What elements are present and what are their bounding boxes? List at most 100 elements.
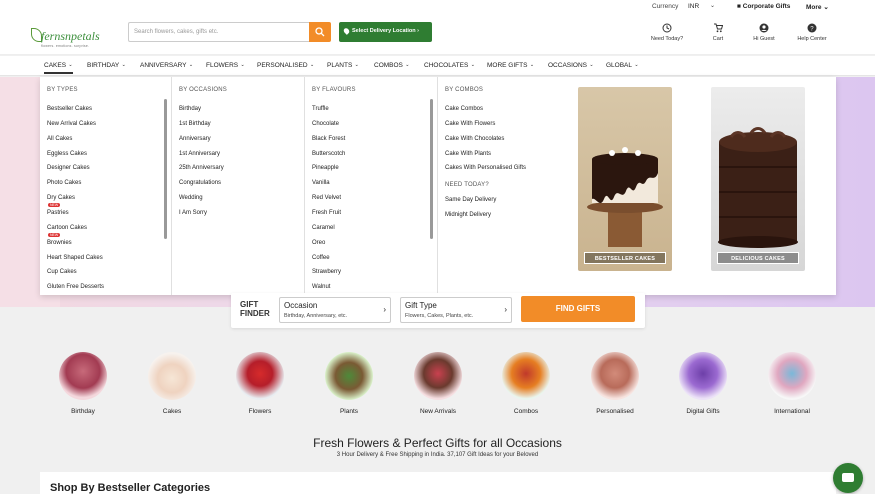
category-label: Birthday [71,408,95,415]
top-bar: Currency INR ⌄ ■ Corporate Gifts More ⌄ [0,0,875,13]
by-types-heading: BY TYPES [47,87,78,93]
category-combos[interactable]: Combos [496,352,556,415]
corporate-gifts-link[interactable]: ■ Corporate Gifts [737,3,790,10]
nav-more-gifts[interactable]: MORE GIFTS [487,62,534,69]
nav-flowers[interactable]: FLOWERS [206,62,245,69]
menu-item[interactable]: Heart Shaped Cakes [47,255,103,261]
occasion-select[interactable]: Occasion Birthday, Anniversary, etc. › [279,297,391,323]
menu-item[interactable]: Cup Cakes [47,269,77,275]
category-flowers[interactable]: Flowers [230,352,290,415]
category-label: Plants [339,408,359,415]
main-nav: CAKES BIRTHDAY ANNIVERSARY FLOWERS PERSO… [0,56,875,76]
gift-finder-title: GIFT FINDER [240,300,270,318]
menu-item[interactable]: Butterscotch [312,151,345,157]
menu-item[interactable]: Photo Cakes [47,180,81,186]
chevron-down-icon[interactable]: ⌄ [710,2,715,9]
gift-type-select[interactable]: Gift Type Flowers, Cakes, Plants, etc. › [400,297,512,323]
new-badge: NEW [48,233,61,237]
menu-item[interactable]: I Am Sorry [179,210,207,216]
scrollbar[interactable] [164,99,167,239]
chevron-right-icon: › [383,305,386,314]
menu-item[interactable]: Congratulations [179,180,221,186]
delicious-cakes-card[interactable]: DELICIOUS CAKES [711,87,805,271]
need-today-link[interactable]: Need Today? [647,23,687,42]
menu-item[interactable]: Brownies [47,240,72,246]
menu-item[interactable]: Cakes With Personalised Gifts [445,165,526,171]
search-input[interactable]: Search flowers, cakes, gifts etc. [128,22,309,42]
menu-item[interactable]: Designer Cakes [47,165,90,171]
nav-plants[interactable]: PLANTS [327,62,359,69]
help-center-label: Help Center [797,36,827,42]
menu-item[interactable]: Anniversary [179,136,211,142]
menu-item[interactable]: Pineapple [312,165,339,171]
nav-chocolates[interactable]: CHOCOLATES [424,62,475,69]
category-international[interactable]: International [762,352,822,415]
menu-item[interactable]: Dry Cakes [47,195,75,201]
menu-item[interactable]: Birthday [179,106,201,112]
category-personalised[interactable]: Personalised [585,352,645,415]
menu-item[interactable]: Red Velvet [312,195,341,201]
menu-item[interactable]: All Cakes [47,136,72,142]
location-pin-icon [342,27,351,35]
select-delivery-location-button[interactable]: Select Delivery Location › [339,22,432,42]
menu-item[interactable]: Gluten Free Desserts [47,284,104,290]
category-label: International [774,408,810,415]
search-button[interactable] [309,22,331,42]
menu-item[interactable]: Pastries [47,210,69,216]
chat-button[interactable] [833,463,863,493]
menu-item[interactable]: Eggless Cakes [47,151,87,157]
category-birthday[interactable]: Birthday [53,352,113,415]
category-plants[interactable]: Plants [319,352,379,415]
menu-item[interactable]: Same Day Delivery [445,197,496,203]
menu-item[interactable]: Black Forest [312,136,345,142]
menu-item[interactable]: New Arrival Cakes [47,121,96,127]
category-strip: Birthday Cakes Flowers Plants New Arriva… [0,352,875,422]
menu-item[interactable]: Vanilla [312,180,330,186]
category-new-arrivals[interactable]: New Arrivals [408,352,468,415]
nav-cakes[interactable]: CAKES [44,62,73,74]
menu-item[interactable]: Truffle [312,106,329,112]
menu-item[interactable]: 1st Anniversary [179,151,220,157]
menu-item[interactable]: Cake With Chocolates [445,136,504,142]
cakes-mega-menu: BY TYPES Bestseller Cakes New Arrival Ca… [40,77,836,295]
bestseller-categories-section: Shop By Bestseller Categories [40,472,836,494]
nav-anniversary[interactable]: ANNIVERSARY [140,62,193,69]
help-center-link[interactable]: ? Help Center [792,23,832,42]
briefcase-icon: ■ [737,3,741,10]
corporate-gifts-label: Corporate Gifts [742,3,791,10]
nav-birthday[interactable]: BIRTHDAY [87,62,126,69]
menu-item[interactable]: Strawberry [312,269,341,275]
logo[interactable]: fernsnpetals flowers. emotions. surprise… [31,28,121,55]
nav-global[interactable]: GLOBAL [606,62,639,69]
category-label: Flowers [248,408,272,415]
cart-link[interactable]: Cart [698,23,738,42]
bestseller-cakes-card[interactable]: BESTSELLER CAKES [578,87,672,271]
menu-item[interactable]: 25th Anniversary [179,165,224,171]
scrollbar[interactable] [430,99,433,239]
menu-item[interactable]: Wedding [179,195,203,201]
nav-occasions[interactable]: OCCASIONS [548,62,594,69]
menu-item[interactable]: Coffee [312,255,330,261]
find-gifts-button[interactable]: FIND GIFTS [521,296,635,322]
menu-item[interactable]: Cartoon Cakes [47,225,87,231]
menu-item[interactable]: 1st Birthday [179,121,211,127]
menu-item[interactable]: Cake Combos [445,106,483,112]
menu-item[interactable]: Oreo [312,240,325,246]
menu-item[interactable]: Midnight Delivery [445,212,491,218]
menu-item[interactable]: Walnut [312,284,330,290]
currency-selector[interactable]: INR [688,3,699,10]
delicious-cakes-label: DELICIOUS CAKES [717,252,799,264]
nav-personalised[interactable]: PERSONALISED [257,62,314,69]
menu-item[interactable]: Bestseller Cakes [47,106,92,112]
account-link[interactable]: Hi Guest [744,23,784,42]
menu-item[interactable]: Caramel [312,225,335,231]
menu-item[interactable]: Chocolate [312,121,339,127]
category-label: Combos [513,408,539,415]
menu-item[interactable]: Cake With Flowers [445,121,495,127]
menu-item[interactable]: Cake With Plants [445,151,491,157]
category-digital-gifts[interactable]: Digital Gifts [673,352,733,415]
nav-combos[interactable]: COMBOS [374,62,410,69]
more-menu[interactable]: More ⌄ [806,3,829,11]
menu-item[interactable]: Fresh Fruit [312,210,341,216]
category-cakes[interactable]: Cakes [142,352,202,415]
